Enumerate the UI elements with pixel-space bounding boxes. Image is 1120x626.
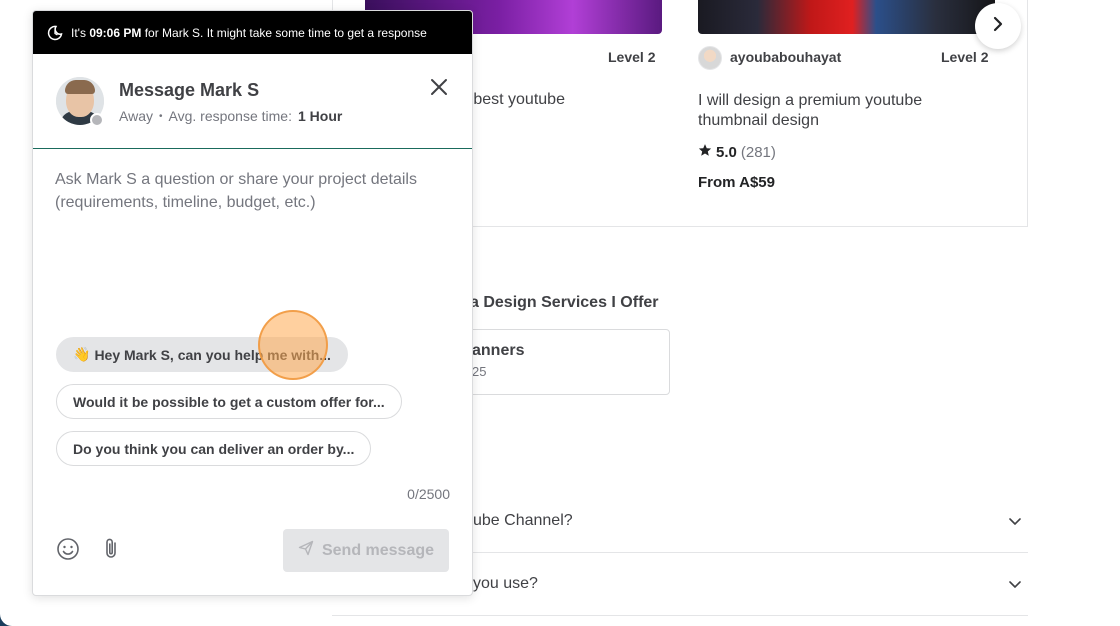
suggestion-chip-custom-offer[interactable]: Would it be possible to get a custom off… <box>56 384 402 419</box>
away-banner: It's 09:06 PM for Mark S. It might take … <box>33 11 472 54</box>
rating-score: 5.0 <box>716 143 737 161</box>
service-name: anners <box>472 342 525 359</box>
gig-2-seller-name[interactable]: ayoubabouhayat <box>730 49 841 65</box>
close-icon <box>430 78 448 101</box>
services-heading: a Design Services I Offer <box>470 294 659 311</box>
gig-2-level: Level 2 <box>941 49 989 65</box>
gig-thumbnail-2[interactable] <box>698 0 995 34</box>
suggestion-label: Do you think you can deliver an order by… <box>73 440 355 457</box>
send-message-button[interactable]: Send message <box>283 529 449 572</box>
suggestion-chip-deliver-by[interactable]: Do you think you can deliver an order by… <box>56 431 372 466</box>
banner-prefix: It's <box>71 25 86 40</box>
message-area <box>33 150 472 310</box>
gig-2-title[interactable]: I will design a premium youtube thumbnai… <box>698 91 968 131</box>
suggestion-chip-help[interactable]: 👋 Hey Mark S, can you help me with... <box>56 337 348 372</box>
suggestion-label: Hey Mark S, can you help me with... <box>94 346 331 363</box>
attach-button[interactable] <box>98 538 124 564</box>
emoji-button[interactable] <box>55 537 81 566</box>
faq-question: you use? <box>473 575 538 592</box>
banner-suffix: for Mark S. It might take some time to g… <box>144 25 427 40</box>
message-dialog: It's 09:06 PM for Mark S. It might take … <box>32 10 473 596</box>
service-subtitle: 25 <box>472 364 487 379</box>
avg-response-value: 1 Hour <box>297 108 343 124</box>
send-label: Send message <box>321 541 435 559</box>
chevron-down-icon <box>1008 514 1022 528</box>
banner-time: 09:06 PM <box>89 25 142 40</box>
send-icon <box>298 540 314 561</box>
star-icon <box>698 143 712 161</box>
dialog-title: Message Mark S <box>119 80 260 100</box>
moon-clock-icon <box>47 25 63 41</box>
message-input[interactable] <box>55 168 455 288</box>
rating-count: (281) <box>740 143 776 161</box>
service-card[interactable] <box>440 329 670 395</box>
seller-avatar[interactable] <box>698 46 722 70</box>
avg-response-label: Avg. response time: <box>168 108 292 124</box>
dialog-header: Message Mark S Away • Avg. response time… <box>33 54 472 149</box>
suggestion-label: Would it be possible to get a custom off… <box>73 393 385 410</box>
gig-2-price: From A$59 <box>698 174 775 191</box>
seller-status-line: Away • Avg. response time: 1 Hour <box>119 108 342 124</box>
away-status: Away <box>119 108 153 124</box>
carousel-next-button[interactable] <box>975 3 1021 49</box>
paperclip-icon <box>100 537 122 566</box>
character-counter: 0/2500 <box>407 486 450 502</box>
chevron-right-icon <box>991 16 1005 37</box>
smiley-icon <box>56 537 80 566</box>
gig-2-rating: 5.0 (281) <box>698 143 776 161</box>
gig-1-level: Level 2 <box>608 49 656 65</box>
waving-hand-icon: 👋 <box>73 346 91 362</box>
banner-text: It's 09:06 PM for Mark S. It might take … <box>71 26 427 40</box>
faq-question: ube Channel? <box>473 512 573 529</box>
separator-dot: • <box>158 110 163 122</box>
close-button[interactable] <box>428 78 450 100</box>
gig-1-title[interactable]: e best youtube <box>460 91 565 109</box>
chevron-down-icon <box>1008 577 1022 591</box>
status-indicator <box>90 113 104 127</box>
